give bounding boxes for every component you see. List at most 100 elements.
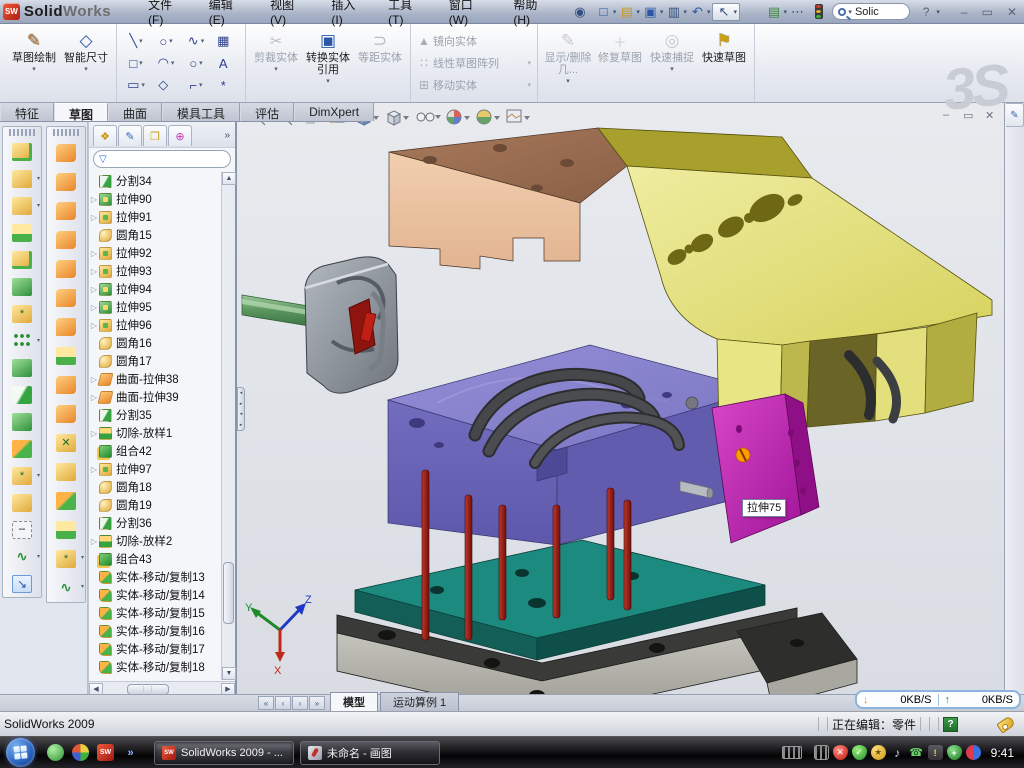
graphics-viewport[interactable]: Y Z X – ▭ ✕ 拉伸75 — [237, 103, 1004, 694]
tray-icon[interactable]: ♪ — [890, 745, 905, 760]
expand-arrow-icon[interactable]: ▷ — [89, 537, 99, 546]
feature-tool-button[interactable]: ▾ — [47, 370, 85, 399]
feature-tool-button[interactable]: ▾ — [3, 165, 41, 192]
scroll-thumb[interactable]: ⋮⋮ — [127, 684, 169, 695]
feature-tool-button[interactable]: ∿ ▾ — [3, 543, 41, 570]
taskbar-clock[interactable]: 9:41 — [991, 746, 1014, 760]
panel-splitter-handle[interactable]: ◂▸◂▸ — [237, 387, 245, 431]
tree-item[interactable]: ▷ 拉伸96 — [89, 316, 221, 334]
expand-arrow-icon[interactable]: ▷ — [89, 267, 99, 276]
sketch-tool-button[interactable]: □ ▾ — [121, 52, 151, 74]
feature-tool-button[interactable]: ▾ — [3, 192, 41, 219]
menu-item[interactable]: 编辑(E) — [198, 0, 259, 30]
feature-tool-button[interactable]: ▾ — [47, 254, 85, 283]
sketch-tool-button[interactable]: * ▾ — [211, 74, 241, 96]
tree-item[interactable]: ▷ 切除-放样1 — [89, 424, 221, 442]
ribbon-button[interactable]: 显示/删除几... ▾ — [542, 27, 594, 99]
toolbar-grip[interactable] — [9, 129, 35, 136]
feature-tool-button[interactable]: ▾ — [47, 167, 85, 196]
feature-tool-button[interactable]: ▾ — [3, 381, 41, 408]
tree-item[interactable]: ▷ 圆角16 — [89, 334, 221, 352]
taskbar-task-button[interactable]: SW SolidWorks 2009 - ... — [154, 741, 294, 765]
document-tab[interactable]: 模型 — [330, 692, 378, 711]
help-dropdown-icon[interactable]: ▾ — [936, 8, 940, 16]
sketch-tool-button[interactable]: ○ ▾ — [151, 30, 181, 52]
ribbon-row-button[interactable]: ∷ 线性草图阵列 ▾ — [415, 52, 533, 74]
tab-nav-button[interactable]: « — [258, 696, 274, 710]
ribbon-button[interactable]: 快速捕捉 ▾ — [646, 27, 698, 99]
feature-tool-button[interactable]: ▾ — [47, 138, 85, 167]
part-insert-block[interactable] — [712, 394, 819, 543]
panel-tab-icon[interactable]: ❒ — [143, 125, 167, 146]
expand-arrow-icon[interactable]: ▷ — [89, 303, 99, 312]
tray-icon[interactable]: ! — [928, 745, 943, 760]
tab-nav-button[interactable]: › — [292, 696, 308, 710]
expand-arrow-icon[interactable]: ▷ — [89, 285, 99, 294]
toolbar-icon[interactable]: ⋯ ▾ — [789, 4, 811, 20]
start-button[interactable] — [6, 738, 35, 767]
quick-launch-icon[interactable] — [47, 744, 64, 761]
panel-tab-icon[interactable]: ✎ — [118, 125, 142, 146]
tree-item[interactable]: ▷ 拉伸94 — [89, 280, 221, 298]
sketch-tool-button[interactable]: ▦ ▾ — [211, 30, 241, 52]
sketch-tool-button[interactable]: ◠ ▾ — [151, 52, 181, 74]
quick-launch-icon[interactable] — [72, 744, 89, 761]
tree-item[interactable]: ▷ 拉伸90 — [89, 190, 221, 208]
tree-item[interactable]: ▷ 组合43 — [89, 550, 221, 568]
part-top-clamp-plate[interactable] — [389, 128, 627, 269]
status-help-icon[interactable]: ? — [943, 717, 958, 732]
toolbar-icon[interactable]: ▤ ▾ — [765, 4, 787, 20]
view-setting-icon[interactable] — [507, 110, 530, 122]
scroll-up-icon[interactable]: ▲ — [222, 172, 236, 185]
document-tab[interactable]: 运动算例 1 — [380, 692, 459, 711]
feature-tool-button[interactable]: ▾ — [47, 399, 85, 428]
tree-item[interactable]: ▷ 实体-移动/复制16 — [89, 622, 221, 640]
quick-launch-icon[interactable]: SW — [97, 744, 114, 761]
expand-arrow-icon[interactable]: ▷ — [89, 213, 99, 222]
feature-tool-button[interactable]: * ▾ — [47, 544, 85, 573]
tree-item[interactable]: ▷ 圆角15 — [89, 226, 221, 244]
tab-nav-button[interactable]: » — [309, 696, 325, 710]
tree-item[interactable]: ▷ 拉伸93 — [89, 262, 221, 280]
tree-item[interactable]: ▷ 拉伸97 — [89, 460, 221, 478]
toolbar-grip[interactable] — [53, 129, 79, 136]
toolbar-icon[interactable]: ◉ ▾ — [571, 4, 593, 20]
sketch-tool-button[interactable]: ○ ▾ — [181, 52, 211, 74]
toolbar-icon[interactable]: ▤ ▾ — [618, 4, 640, 20]
tree-item[interactable]: ▷ 实体-移动/复制15 — [89, 604, 221, 622]
feature-tool-button[interactable]: ▾ — [3, 246, 41, 273]
command-tab[interactable]: 特征 — [0, 103, 54, 121]
tray-icon[interactable]: ✓ — [852, 745, 867, 760]
tray-icon[interactable]: ★ — [871, 745, 886, 760]
feature-tool-button[interactable]: ▾ — [47, 486, 85, 515]
tree-item[interactable]: ▷ 分割34 — [89, 172, 221, 190]
ime-keyboard-icon[interactable] — [782, 746, 802, 759]
feature-tool-button[interactable]: * ▾ — [3, 462, 41, 489]
feature-tool-button[interactable]: ▾ — [47, 457, 85, 486]
menu-item[interactable]: 视图(V) — [259, 0, 320, 30]
ribbon-button[interactable]: 草图绘制 ▾ — [8, 27, 60, 99]
expand-arrow-icon[interactable]: ▷ — [89, 465, 99, 474]
tray-icon[interactable]: ✕ — [833, 745, 848, 760]
feature-tool-button[interactable]: ▾ — [47, 196, 85, 225]
menu-item[interactable]: 插入(I) — [320, 0, 377, 30]
sketch-tool-button[interactable]: ◇ ▾ — [151, 74, 181, 96]
sketch-tool-button[interactable]: ▭ ▾ — [121, 74, 151, 96]
feature-tool-button[interactable]: ✕ ▾ — [47, 428, 85, 457]
tree-item[interactable]: ▷ 切除-放样2 — [89, 532, 221, 550]
feature-tool-button[interactable]: ▾ — [47, 225, 85, 254]
tree-item[interactable]: ▷ 分割36 — [89, 514, 221, 532]
command-tab[interactable]: 模具工具 — [162, 103, 240, 121]
feature-tool-button[interactable]: ↘ ▾ — [3, 570, 41, 597]
quick-launch-icon[interactable]: » — [122, 744, 139, 761]
tree-item[interactable]: ▷ 圆角18 — [89, 478, 221, 496]
command-tab[interactable]: 曲面 — [108, 103, 162, 121]
menu-item[interactable]: 文件(F) — [137, 0, 198, 30]
ribbon-button[interactable]: 剪裁实体 ▾ — [250, 27, 302, 99]
tree-item[interactable]: ▷ 拉伸91 — [89, 208, 221, 226]
feature-tool-button[interactable]: ▾ — [3, 489, 41, 516]
command-tab[interactable]: 草图 — [54, 103, 108, 121]
tree-item[interactable]: ▷ 实体-移动/复制18 — [89, 658, 221, 676]
help-button[interactable]: ? — [916, 5, 937, 19]
tree-vertical-scrollbar[interactable]: ▲ ▼ — [221, 172, 235, 680]
